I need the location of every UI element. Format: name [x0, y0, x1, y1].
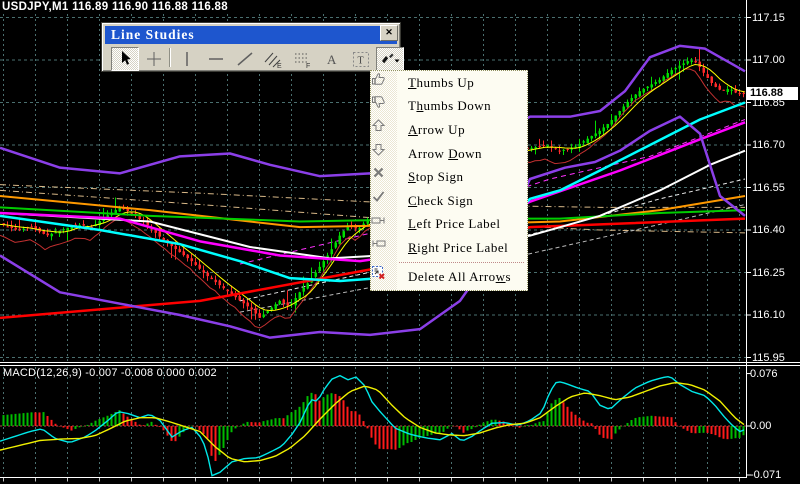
equidistant-channel-icon: E [261, 48, 287, 70]
text-label-icon: T [348, 48, 374, 70]
price-axis-label: 116.55 [752, 182, 785, 194]
price-axis-label: 115.95 [752, 352, 785, 364]
text-icon: A [319, 48, 345, 70]
svg-text:E: E [277, 63, 282, 70]
menu-item-left-price-label[interactable]: Left Price Label [371, 213, 527, 237]
toolbar-button-text[interactable]: A [318, 47, 346, 71]
menu-item-label: Check Sign [397, 193, 473, 209]
macd-panel[interactable] [0, 376, 746, 476]
svg-text:A: A [327, 52, 337, 67]
toolbar-button-text-label[interactable]: T [347, 47, 375, 71]
price-axis-label: 116.10 [752, 309, 785, 321]
toolbar-button-trendline[interactable] [231, 47, 259, 71]
toolbar-button-pointer[interactable] [111, 47, 139, 71]
menu-item-arrow-up[interactable]: Arrow Up [371, 118, 527, 142]
menu-item-label: Right Price Label [397, 240, 508, 256]
crosshair-icon [141, 48, 167, 70]
macd-indicator-label: MACD(12,26,9) -0.007 -0.008 0.000 0.002 [3, 367, 217, 379]
macd-axis-label: 0.00 [750, 420, 771, 432]
current-price-tag: 116.88 [747, 87, 798, 100]
menu-item-check-sign[interactable]: Check Sign [371, 189, 527, 213]
menu-item-right-price-label[interactable]: Right Price Label [371, 236, 527, 260]
menu-item-label: Arrow Down [397, 146, 482, 162]
toolbar-button-fibonacci-retracement[interactable]: F [289, 47, 317, 71]
menu-item-label: Thumbs Down [397, 98, 491, 114]
menu-item-label: Delete All Arrows [397, 269, 511, 285]
menu-item-label: Stop Sign [397, 169, 463, 185]
toolbar-button-vertical-line[interactable] [173, 47, 201, 71]
vertical-line-icon [174, 48, 200, 70]
menu-item-delete-all-arrows[interactable]: Delete All Arrows [371, 265, 527, 289]
price-axis-label: 116.25 [752, 267, 785, 279]
toolbar-button-crosshair[interactable] [140, 47, 168, 71]
menu-item-stop-sign[interactable]: Stop Sign [371, 165, 527, 189]
svg-text:F: F [306, 63, 310, 70]
trendline-icon [232, 48, 258, 70]
mt4-chart-window: { "quote": { "symbol_line": "USDJPY,M1 1… [0, 0, 800, 484]
menu-item-arrow-down[interactable]: Arrow Down [371, 142, 527, 166]
menu-item-label: Left Price Label [397, 216, 500, 232]
menu-item-thumbs-up[interactable]: Thumbs Up [371, 71, 527, 95]
line-studies-window: Line Studies ✕ E F A T [101, 22, 401, 72]
pointer-icon [112, 48, 138, 70]
line-studies-toolbar: EFAT [105, 46, 397, 70]
toolbar-button-arrows[interactable] [376, 47, 404, 71]
toolbar-button-horizontal-line[interactable] [202, 47, 230, 71]
macd-axis-label: -0.071 [750, 469, 781, 481]
price-axis-label: 117.15 [752, 12, 785, 24]
price-axis-label: 117.00 [752, 54, 785, 66]
horizontal-line-icon [203, 48, 229, 70]
price-axis-label: 116.70 [752, 139, 785, 151]
macd-axis-label: 0.076 [750, 368, 778, 380]
arrows-dropdown-menu: Thumbs Up Thumbs Down Arrow Up Arrow Down St… [370, 70, 528, 291]
menu-item-label: Thumbs Up [397, 75, 474, 91]
toolbar-separator [169, 48, 171, 67]
menu-item-thumbs-down[interactable]: Thumbs Down [371, 95, 527, 119]
fibonacci-retracement-icon: F [290, 48, 316, 70]
quote-line: USDJPY,M1 116.89 116.90 116.88 116.88 [2, 1, 228, 13]
svg-text:T: T [358, 56, 364, 67]
window-titlebar[interactable]: Line Studies [105, 26, 397, 44]
toolbar-button-equidistant-channel[interactable]: E [260, 47, 288, 71]
arrows-icon [377, 48, 403, 70]
price-axis-label: 116.40 [752, 224, 785, 236]
close-icon[interactable]: ✕ [380, 25, 398, 41]
menu-item-label: Arrow Up [397, 122, 465, 138]
